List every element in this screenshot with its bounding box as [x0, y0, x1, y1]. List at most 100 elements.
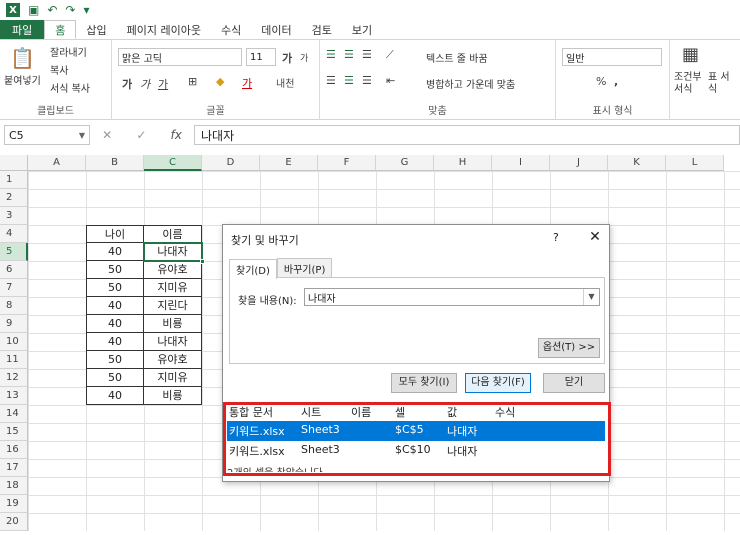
- table-header-age[interactable]: 나이: [86, 225, 144, 243]
- merge-center-button[interactable]: 병합하고 가운데 맞춤: [426, 76, 515, 91]
- column-header-b[interactable]: B: [86, 155, 144, 171]
- table-cell-name[interactable]: 지린다: [144, 297, 202, 315]
- wrap-text-button[interactable]: 텍스트 줄 바꿈: [426, 50, 488, 65]
- align-top-icon[interactable]: ☰: [326, 48, 336, 61]
- row-header-16[interactable]: 16: [0, 441, 28, 459]
- column-header-l[interactable]: L: [666, 155, 724, 171]
- select-all-corner[interactable]: [0, 155, 28, 171]
- options-button[interactable]: 옵션(T) >>: [538, 338, 600, 358]
- name-box-dropdown-icon[interactable]: ▼: [79, 131, 85, 140]
- table-cell-name[interactable]: 비룡: [144, 315, 202, 333]
- close-icon[interactable]: ✕: [585, 227, 605, 247]
- bold-button[interactable]: 가: [122, 76, 132, 92]
- table-cell-age[interactable]: 40: [86, 297, 144, 315]
- table-cell-name[interactable]: 비룡: [144, 387, 202, 405]
- shrink-font-button[interactable]: 가: [300, 51, 308, 64]
- conditional-format-button[interactable]: 조건부 서식: [674, 72, 704, 96]
- results-col-name[interactable]: 이름: [351, 404, 371, 420]
- row-header-8[interactable]: 8: [0, 297, 28, 315]
- table-cell-name[interactable]: 나대자: [144, 333, 202, 351]
- column-header-k[interactable]: K: [608, 155, 666, 171]
- customize-quick-access-icon[interactable]: ▾: [83, 3, 89, 17]
- formula-input[interactable]: 나대자: [194, 125, 740, 145]
- row-header-4[interactable]: 4: [0, 225, 28, 243]
- row-header-17[interactable]: 17: [0, 459, 28, 477]
- save-icon[interactable]: ▣: [28, 3, 39, 17]
- align-left-icon[interactable]: ☰: [326, 74, 336, 87]
- row-header-11[interactable]: 11: [0, 351, 28, 369]
- column-header-g[interactable]: G: [376, 155, 434, 171]
- orientation-icon[interactable]: ⟋: [386, 48, 394, 62]
- dialog-close-button[interactable]: 닫기: [543, 373, 605, 393]
- find-what-input[interactable]: 나대자 ▼: [304, 288, 600, 306]
- format-as-table-button[interactable]: 표 서식: [708, 72, 738, 96]
- insert-function-icon[interactable]: fx: [171, 128, 182, 142]
- align-center-icon[interactable]: ☰: [344, 74, 354, 87]
- column-header-a[interactable]: A: [28, 155, 86, 171]
- row-header-19[interactable]: 19: [0, 495, 28, 513]
- name-box[interactable]: C5 ▼: [4, 125, 90, 145]
- table-cell-age[interactable]: 50: [86, 351, 144, 369]
- table-cell-age[interactable]: 40: [86, 315, 144, 333]
- find-results-list[interactable]: 통합 문서 시트 이름 셀 값 수식 키워드.xlsx Sheet3 $C$5 …: [223, 400, 609, 482]
- results-col-cell[interactable]: 셀: [395, 404, 405, 420]
- undo-icon[interactable]: ↶: [47, 3, 57, 17]
- font-size-select[interactable]: 11: [246, 48, 276, 66]
- column-header-d[interactable]: D: [202, 155, 260, 171]
- row-header-2[interactable]: 2: [0, 189, 28, 207]
- paste-icon[interactable]: 📋: [10, 46, 35, 70]
- table-cell-name[interactable]: 유야호: [144, 351, 202, 369]
- find-history-dropdown-icon[interactable]: ▼: [583, 289, 599, 305]
- table-cell-age[interactable]: 40: [86, 243, 144, 261]
- fill-handle[interactable]: [200, 259, 205, 264]
- row-header-6[interactable]: 6: [0, 261, 28, 279]
- italic-button[interactable]: 가: [140, 76, 150, 92]
- table-cell-name[interactable]: 지미유: [144, 369, 202, 387]
- tab-find[interactable]: 찾기(D): [229, 259, 277, 279]
- row-header-14[interactable]: 14: [0, 405, 28, 423]
- tab-replace[interactable]: 바꾸기(P): [276, 258, 333, 278]
- column-header-c[interactable]: C: [144, 155, 202, 171]
- row-header-9[interactable]: 9: [0, 315, 28, 333]
- tab-file[interactable]: 파일: [0, 20, 45, 39]
- row-header-10[interactable]: 10: [0, 333, 28, 351]
- tab-view[interactable]: 보기: [342, 20, 382, 39]
- tab-insert[interactable]: 삽입: [76, 20, 116, 39]
- table-cell-name[interactable]: 지미유: [144, 279, 202, 297]
- grow-font-button[interactable]: 가: [282, 50, 292, 66]
- number-format-select[interactable]: 일반: [562, 48, 662, 66]
- table-cell-name[interactable]: 유야호: [144, 261, 202, 279]
- row-header-20[interactable]: 20: [0, 513, 28, 531]
- phonetic-button[interactable]: 내천: [276, 75, 294, 90]
- result-row[interactable]: 키워드.xlsx Sheet3 $C$5 나대자: [227, 421, 605, 441]
- results-col-formula[interactable]: 수식: [495, 404, 515, 420]
- row-header-3[interactable]: 3: [0, 207, 28, 225]
- tab-home[interactable]: 홈: [44, 20, 77, 39]
- table-cell-age[interactable]: 50: [86, 279, 144, 297]
- results-col-sheet[interactable]: 시트: [301, 404, 321, 420]
- row-header-5[interactable]: 5: [0, 243, 28, 261]
- help-icon[interactable]: ?: [553, 231, 559, 244]
- results-col-workbook[interactable]: 통합 문서: [229, 404, 273, 420]
- font-color-icon[interactable]: 가: [242, 75, 252, 91]
- copy-button[interactable]: 복사: [50, 62, 68, 77]
- format-painter-button[interactable]: 서식 복사: [50, 80, 90, 95]
- row-header-15[interactable]: 15: [0, 423, 28, 441]
- indent-icon[interactable]: ⇤: [386, 74, 395, 87]
- comma-button[interactable]: ,: [614, 75, 618, 88]
- font-name-select[interactable]: 맑은 고딕: [118, 48, 242, 66]
- paste-button[interactable]: 붙여넣기: [4, 72, 41, 87]
- redo-icon[interactable]: ↷: [65, 3, 75, 17]
- tab-review[interactable]: 검토: [302, 20, 342, 39]
- column-header-h[interactable]: H: [434, 155, 492, 171]
- column-header-i[interactable]: I: [492, 155, 550, 171]
- row-header-18[interactable]: 18: [0, 477, 28, 495]
- tab-page-layout[interactable]: 페이지 레이아웃: [117, 20, 211, 39]
- results-col-value[interactable]: 값: [447, 404, 457, 420]
- table-cell-age[interactable]: 50: [86, 261, 144, 279]
- find-next-button[interactable]: 다음 찾기(F): [465, 373, 531, 393]
- table-cell-age[interactable]: 40: [86, 333, 144, 351]
- row-header-13[interactable]: 13: [0, 387, 28, 405]
- underline-button[interactable]: 가: [158, 76, 168, 92]
- fill-color-icon[interactable]: ◆: [216, 75, 224, 88]
